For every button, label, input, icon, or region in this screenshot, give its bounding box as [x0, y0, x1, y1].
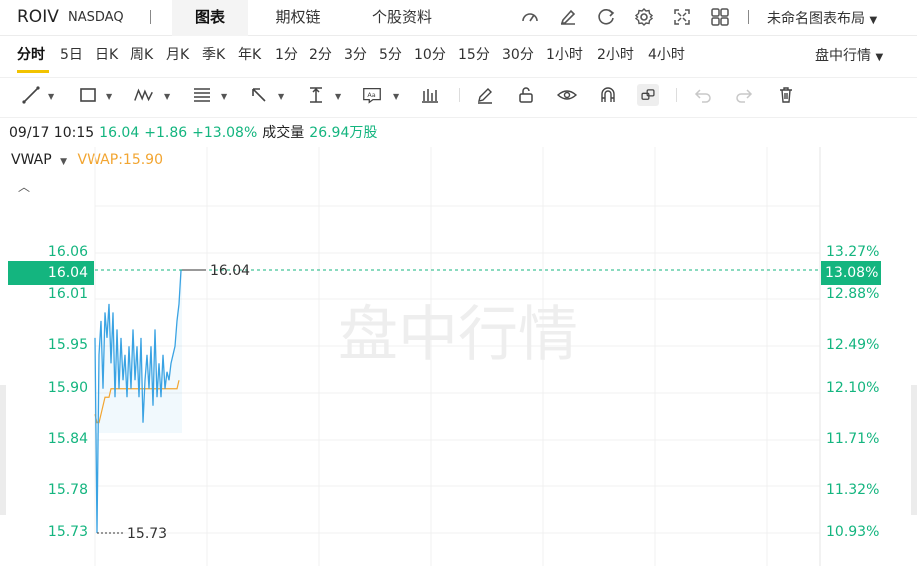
y-tick-label: 15.78: [47, 481, 88, 498]
y-tick-pct-label: 11.71%: [826, 430, 880, 447]
y-tick-pct-label: 12.88%: [826, 286, 880, 303]
right-panel-handle[interactable]: [911, 385, 917, 515]
left-panel-handle[interactable]: [0, 385, 6, 515]
y-tick-pct-label: 13.27%: [826, 244, 880, 260]
y-tick-pct-label: 11.32%: [826, 481, 880, 498]
y-tick-label: 15.90: [47, 379, 88, 396]
current-pct-badge: 13.08%: [821, 261, 881, 285]
high-price-label: 16.04: [210, 263, 250, 279]
current-price-badge: 16.04: [8, 261, 94, 285]
intraday-chart[interactable]: 盘中行情 16.04 15.73: [0, 0, 917, 566]
watermark: 盘中行情: [338, 300, 578, 370]
y-tick-label: 15.95: [47, 337, 88, 354]
y-tick-label: 15.73: [47, 524, 88, 540]
y-tick-label: 16.01: [47, 286, 88, 303]
y-tick-pct-label: 12.49%: [826, 337, 880, 354]
y-tick-label: 15.84: [47, 430, 88, 447]
low-price-label: 15.73: [127, 526, 167, 542]
y-tick-pct-label: 10.93%: [826, 524, 880, 540]
y-tick-pct-label: 12.10%: [826, 379, 880, 396]
y-tick-label: 16.06: [47, 244, 88, 260]
